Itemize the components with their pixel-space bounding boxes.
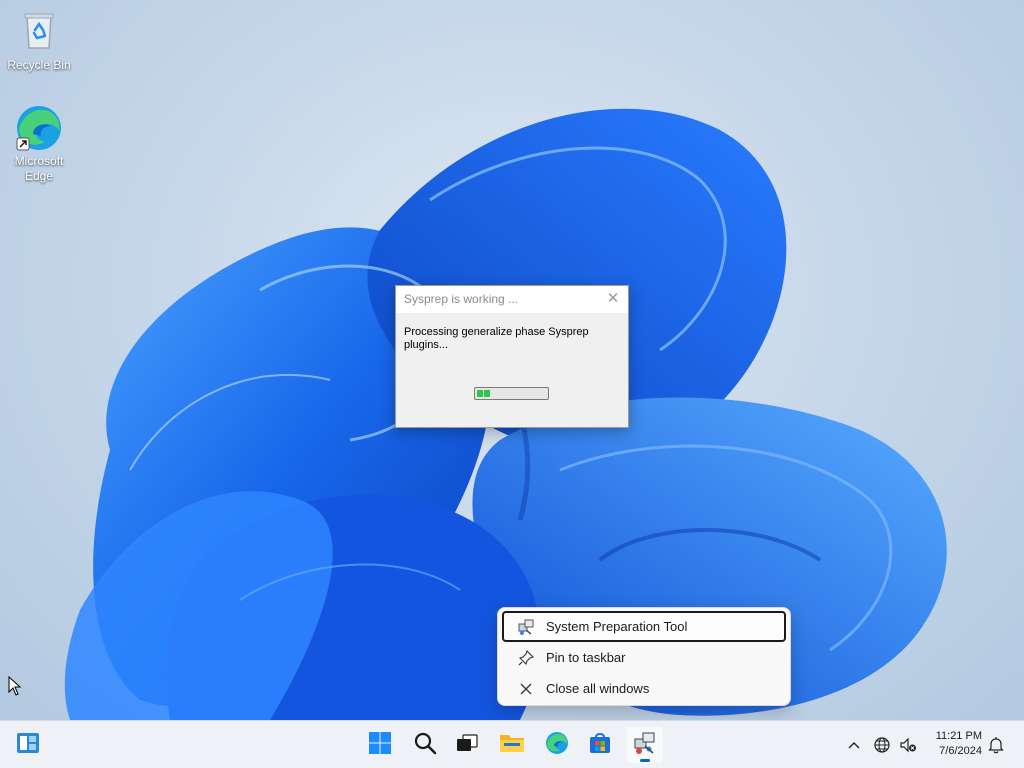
menu-item-label: Pin to taskbar	[546, 650, 626, 665]
running-indicator	[640, 759, 650, 762]
clock-time: 11:21 PM	[935, 730, 982, 742]
edge-icon	[545, 731, 569, 760]
start-icon	[368, 731, 392, 760]
close-icon[interactable]: ✕	[604, 289, 622, 309]
sysprep-taskbar-button[interactable]	[627, 727, 663, 763]
dialog-titlebar[interactable]: Sysprep is working ... ✕	[396, 286, 628, 313]
menu-item-pin-to-taskbar[interactable]: Pin to taskbar	[502, 642, 786, 673]
search-button[interactable]	[407, 727, 443, 763]
clock-date: 7/6/2024	[939, 745, 982, 757]
sysprep-dialog: Sysprep is working ... ✕ Processing gene…	[395, 285, 629, 428]
desktop-icon-label: Microsoft Edge	[14, 154, 64, 183]
menu-item-system-preparation-tool[interactable]: System Preparation Tool	[502, 611, 786, 642]
desktop-icon-label: Recycle Bin	[7, 58, 71, 72]
store-button[interactable]	[582, 727, 618, 763]
widgets-button[interactable]	[10, 727, 46, 763]
dialog-message: Processing generalize phase Sysprep plug…	[404, 326, 589, 351]
dialog-title: Sysprep is working ...	[404, 292, 519, 306]
desktop-icon-edge[interactable]: Microsoft Edge	[2, 104, 76, 184]
system-clock[interactable]: 11:21 PM 7/6/2024	[922, 729, 982, 759]
menu-item-close-all-windows[interactable]: Close all windows	[502, 673, 786, 704]
file-explorer-icon	[499, 731, 525, 760]
pin-icon	[516, 648, 536, 668]
recycle-bin-icon	[15, 8, 63, 56]
desktop-icon-recycle-bin[interactable]: Recycle Bin	[2, 8, 76, 73]
start-button[interactable]	[362, 727, 398, 763]
taskbar-context-menu: System Preparation Tool Pin to taskbar C…	[497, 607, 791, 706]
sysprep-icon	[633, 731, 657, 760]
menu-item-label: System Preparation Tool	[546, 619, 688, 634]
notification-icon[interactable]	[986, 735, 1006, 755]
widgets-icon	[15, 730, 41, 761]
store-icon	[588, 731, 612, 760]
task-view-icon	[455, 731, 479, 760]
close-icon	[516, 679, 536, 699]
mouse-cursor-icon	[8, 675, 22, 701]
edge-icon	[15, 104, 63, 152]
progress-block	[477, 390, 483, 397]
progress-bar	[474, 387, 549, 400]
chevron-up-icon[interactable]	[844, 735, 864, 755]
menu-item-label: Close all windows	[546, 681, 650, 696]
progress-block	[484, 390, 490, 397]
search-icon	[413, 731, 437, 760]
taskbar: 11:21 PM 7/6/2024	[0, 720, 1024, 768]
sysprep-icon	[516, 617, 536, 637]
volume-muted-icon[interactable]	[898, 735, 918, 755]
network-icon[interactable]	[872, 735, 892, 755]
task-view-button[interactable]	[449, 727, 485, 763]
edge-button[interactable]	[539, 727, 575, 763]
file-explorer-button[interactable]	[494, 727, 530, 763]
progress-fill	[475, 388, 548, 399]
